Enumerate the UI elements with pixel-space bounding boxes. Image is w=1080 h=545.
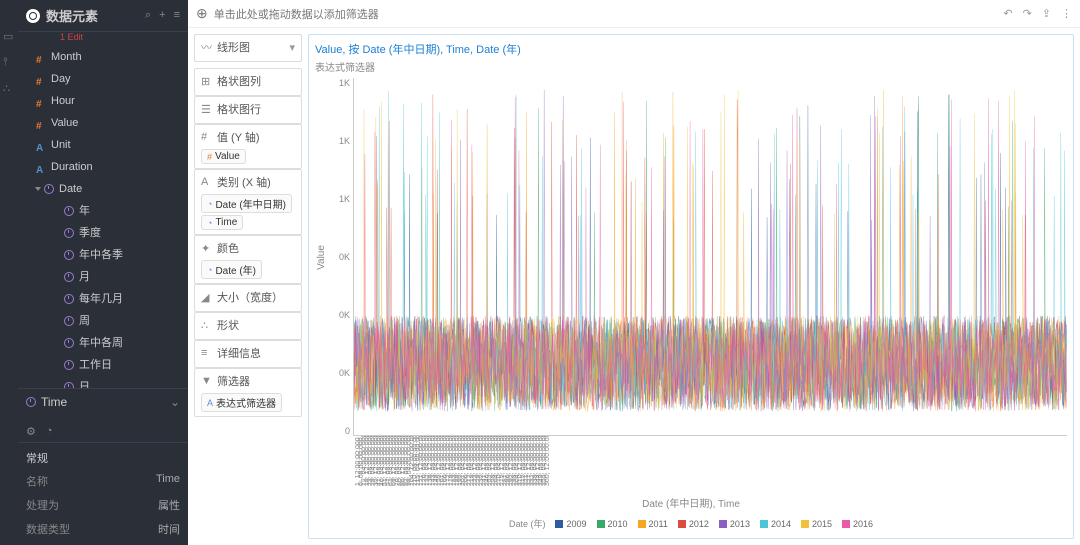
plot-area[interactable] [353, 78, 1067, 436]
tree-item-日[interactable]: 日 [18, 376, 188, 388]
tree-item-月[interactable]: 月 [18, 266, 188, 288]
pill-表达式筛选器[interactable]: A表达式筛选器 [201, 393, 282, 412]
search-icon[interactable]: ⌕ [145, 9, 151, 22]
chart-type-label: 线形图 [217, 39, 250, 55]
tree-item-day[interactable]: #Day [18, 68, 188, 90]
cfg-筛选器[interactable]: ▼筛选器A表达式筛选器 [194, 368, 302, 417]
cfg-形状[interactable]: ∴形状 [194, 312, 302, 340]
rail-icon-bars[interactable]: ▭ [3, 30, 15, 42]
x-axis-label: Date (年中日期), Time [315, 492, 1067, 513]
rail-icon-dots[interactable]: ∴ [3, 82, 15, 94]
redo-icon[interactable]: ↷ [1023, 7, 1032, 20]
cfg-详细信息[interactable]: ≡详细信息 [194, 340, 302, 368]
chevron-down-icon[interactable]: ⌄ [170, 395, 180, 409]
tree-item-工作日[interactable]: 工作日 [18, 354, 188, 376]
tree-item-年中各周[interactable]: 年中各周 [18, 332, 188, 354]
panel-title: Time [41, 395, 67, 409]
sidebar: 数据元素 ⌕ + ≡ 1 Edit #Month#Day#Hour#ValueA… [18, 0, 188, 545]
y-axis-label: Value [316, 245, 327, 270]
legend-2016[interactable]: 2016 [842, 517, 873, 530]
legend-2009[interactable]: 2009 [555, 517, 586, 530]
prop-row[interactable]: 名称Time [26, 469, 180, 493]
cfg-大小（宽度）[interactable]: ◢大小（宽度） [194, 284, 302, 312]
y-axis: 1K1K1K0K0K0K0 [327, 78, 353, 436]
legend-2012[interactable]: 2012 [678, 517, 709, 530]
sidebar-header: 数据元素 ⌕ + ≡ [18, 0, 188, 32]
panel-tabs: ⚙ ◔ [18, 421, 188, 442]
legend-2014[interactable]: 2014 [760, 517, 791, 530]
config-panel: 〰线形图▾ ⊞格状图列☰格状图行#值 (Y 轴)#ValueA类别 (X 轴)◔… [194, 34, 302, 539]
chart-subtitle: 表达式筛选器 [315, 59, 1067, 78]
pill-Time[interactable]: ◔Time [201, 215, 243, 230]
tree-item-季度[interactable]: 季度 [18, 222, 188, 244]
tree-item-value[interactable]: #Value [18, 112, 188, 134]
sidebar-subtitle: 1 Edit [18, 32, 188, 42]
sidebar-title: 数据元素 [46, 6, 145, 25]
cfg-颜色[interactable]: ✦颜色◔Date (年) [194, 235, 302, 284]
legend-2013[interactable]: 2013 [719, 517, 750, 530]
section-general: 常规 [26, 447, 180, 469]
pill-Date (年)[interactable]: ◔Date (年) [201, 260, 262, 279]
tab-settings-icon[interactable]: ⚙ [26, 425, 36, 438]
chart-type-select[interactable]: 〰线形图 ▾ [194, 34, 302, 62]
more-icon[interactable]: ⋮ [1061, 7, 1072, 20]
tree-item-每年几月[interactable]: 每年几月 [18, 288, 188, 310]
logo-icon [26, 9, 40, 23]
pill-Value[interactable]: #Value [201, 149, 246, 164]
tree-item-年[interactable]: 年 [18, 200, 188, 222]
legend-2011[interactable]: 2011 [638, 517, 668, 530]
filter-hint[interactable]: 单击此处或拖动数据以添加筛选器 [214, 6, 379, 22]
chart-card: Value, 按 Date (年中日期), Time, Date (年) 表达式… [308, 34, 1074, 539]
add-icon[interactable]: + [159, 9, 165, 22]
tree-item-hour[interactable]: #Hour [18, 90, 188, 112]
chart-title: Value, 按 Date (年中日期), Time, Date (年) [315, 39, 1067, 59]
prop-row[interactable]: 数据类型时间 [26, 517, 180, 541]
undo-icon[interactable]: ↶ [1003, 7, 1012, 20]
cfg-类别 (X 轴)[interactable]: A类别 (X 轴)◔Date (年中日期)◔Time [194, 169, 302, 235]
tab-clock-icon[interactable]: ◔ [46, 425, 53, 438]
prop-row[interactable]: 处理为属性 [26, 493, 180, 517]
time-panel: Time ⌄ [18, 388, 188, 421]
main: ⊕ 单击此处或拖动数据以添加筛选器 ↶ ↷ ⇪ ⋮ 〰线形图 ▾ ⊞格状图列☰格状… [188, 0, 1080, 545]
clock-icon [26, 397, 36, 407]
tree-item-month[interactable]: #Month [18, 46, 188, 68]
x-axis: 1, 12:00:00:000 上午6, 08:00:00:000 下午12, … [315, 436, 1067, 492]
left-rail: ▭ ⫯ ∴ [0, 0, 18, 545]
pill-Date (年中日期)[interactable]: ◔Date (年中日期) [201, 194, 292, 213]
filter-icon[interactable]: ≡ [174, 9, 180, 22]
chevron-down-icon: ▾ [289, 41, 295, 54]
sidebar-tree: #Month#Day#Hour#ValueAUnitADurationDate年… [18, 42, 188, 388]
line-chart-icon: 〰 [201, 39, 213, 55]
cfg-值 (Y 轴)[interactable]: #值 (Y 轴)#Value [194, 124, 302, 169]
add-filter-icon[interactable]: ⊕ [196, 5, 208, 22]
legend-2015[interactable]: 2015 [801, 517, 832, 530]
tree-item-date[interactable]: Date [18, 178, 188, 200]
topbar: ⊕ 单击此处或拖动数据以添加筛选器 ↶ ↷ ⇪ ⋮ [188, 0, 1080, 28]
tree-item-周[interactable]: 周 [18, 310, 188, 332]
cfg-格状图列[interactable]: ⊞格状图列 [194, 68, 302, 96]
cfg-格状图行[interactable]: ☰格状图行 [194, 96, 302, 124]
rail-icon-chart[interactable]: ⫯ [3, 56, 15, 68]
tree-item-年中各季[interactable]: 年中各季 [18, 244, 188, 266]
legend-2010[interactable]: 2010 [597, 517, 628, 530]
share-icon[interactable]: ⇪ [1042, 7, 1051, 20]
tree-item-duration[interactable]: ADuration [18, 156, 188, 178]
legend: Date (年)20092010201120122013201420152016 [315, 513, 1067, 534]
tree-item-unit[interactable]: AUnit [18, 134, 188, 156]
